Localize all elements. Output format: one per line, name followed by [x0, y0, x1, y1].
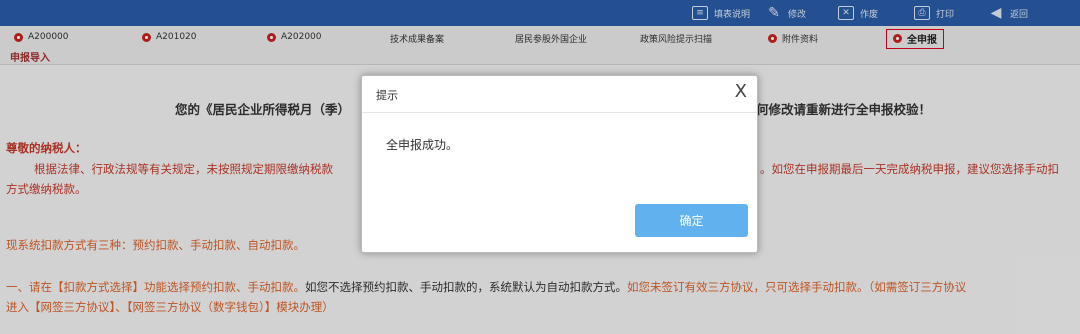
dialog-title: 提示: [376, 89, 398, 102]
dialog-message: 全申报成功。: [386, 138, 459, 152]
confirm-button[interactable]: 确定: [635, 204, 748, 237]
alert-dialog: 提示 X 全申报成功。 确定: [361, 75, 758, 253]
close-icon[interactable]: X: [735, 81, 747, 102]
dialog-header: 提示 X: [362, 76, 757, 113]
